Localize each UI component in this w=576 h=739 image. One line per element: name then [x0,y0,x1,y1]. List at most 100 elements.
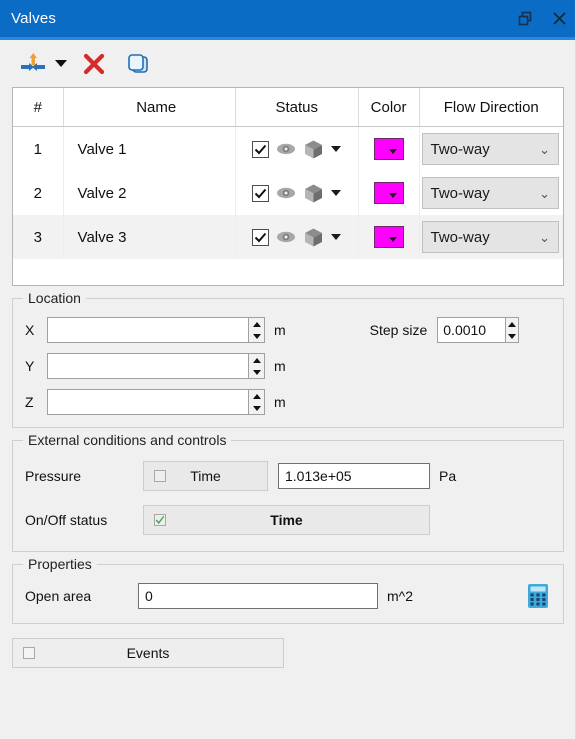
location-group: Location X m Step size 0.0010 Y m Z m [12,290,564,428]
row-status [235,126,359,171]
events-label: Events [126,645,170,661]
eye-icon[interactable] [276,142,296,156]
pressure-value-field[interactable] [278,463,430,489]
onoff-time-checkbox[interactable] [154,514,166,526]
valves-dialog: Valves # Name Status Color Flow Directio… [0,0,576,739]
visibility-checkbox[interactable] [252,184,270,202]
flow-direction-value: Two-way [430,184,490,202]
open-area-row: Open area m^2 [25,583,551,609]
window-title: Valves [11,10,57,27]
color-swatch[interactable] [373,182,404,204]
color-dropdown-icon[interactable] [388,148,397,154]
color-swatch[interactable] [373,138,404,160]
row-name[interactable]: Valve 2 [63,171,236,215]
location-z-row: Z m [25,389,551,415]
table-row[interactable]: 3 Valve 3 Two-way ⌄ [13,215,563,259]
close-icon[interactable] [542,0,576,37]
status-dropdown-icon[interactable] [331,146,342,152]
location-x-row: X m Step size [25,317,551,343]
step-size-up-icon[interactable] [506,318,518,330]
y-step-up-icon[interactable] [249,354,264,366]
open-area-unit: m^2 [387,588,414,604]
row-name[interactable]: Valve 1 [63,126,236,171]
pressure-unit: Pa [439,468,457,484]
column-header-color: Color [358,88,420,127]
calculator-icon[interactable] [525,583,551,609]
y-step-down-icon[interactable] [249,366,264,378]
cube-icon[interactable] [303,227,324,248]
color-dropdown-icon[interactable] [388,236,397,242]
location-legend: Location [23,290,86,306]
row-color [358,171,420,215]
x-input[interactable] [48,318,249,342]
row-flow-direction: Two-way ⌄ [419,215,563,259]
titlebar: Valves [0,0,576,37]
eye-icon[interactable] [276,186,296,200]
flow-direction-select[interactable]: Two-way ⌄ [421,221,559,253]
step-size-label: Step size [369,322,428,338]
restore-icon[interactable] [508,0,542,37]
visibility-checkbox[interactable] [252,140,270,158]
color-swatch[interactable] [373,226,404,248]
flow-direction-select[interactable]: Two-way ⌄ [421,133,559,165]
z-spinbox[interactable] [47,389,265,415]
copy-pages-icon[interactable] [116,47,160,81]
table-row[interactable]: 1 Valve 1 Two-way ⌄ [13,126,563,172]
row-name[interactable]: Valve 3 [63,215,236,259]
row-color [358,126,420,171]
z-input[interactable] [48,390,249,414]
table-body: 1 Valve 1 Two-way ⌄ 2 Valve 2 Two-way ⌄ … [13,126,563,259]
open-area-input[interactable] [139,588,377,604]
step-size-input[interactable] [438,318,506,342]
x-spinbox[interactable] [47,317,265,343]
titlebar-buttons [508,0,576,37]
y-spinbox[interactable] [47,353,265,379]
pressure-time-label: Time [190,468,221,484]
y-input[interactable] [48,354,249,378]
status-dropdown-icon[interactable] [331,190,342,196]
step-size-spinbox[interactable] [437,317,520,343]
pressure-time-checkbox[interactable] [154,470,166,482]
step-size-down-icon[interactable] [506,330,518,342]
events-checkbox[interactable] [23,647,35,659]
color-dropdown-icon[interactable] [388,192,397,198]
add-valve-dropdown-icon[interactable] [50,47,72,81]
visibility-checkbox[interactable] [252,228,270,246]
onoff-time-label: Time [270,512,303,528]
cube-icon[interactable] [303,139,324,160]
y-label: Y [25,358,35,374]
z-unit: m [274,394,286,410]
z-step-up-icon[interactable] [249,390,264,402]
events-row: Events [12,638,564,668]
column-header-name: Name [63,88,236,127]
events-button[interactable]: Events [12,638,284,668]
column-header-number: # [13,88,64,127]
row-status [235,215,359,259]
eye-icon[interactable] [276,230,296,244]
row-flow-direction: Two-way ⌄ [419,127,563,172]
row-number: 2 [13,171,64,215]
column-header-status: Status [235,88,359,127]
x-unit: m [274,322,286,338]
delete-x-icon[interactable] [72,47,116,81]
chevron-down-icon: ⌄ [539,185,550,201]
pressure-time-button[interactable]: Time [143,461,268,491]
onoff-time-button[interactable]: Time [143,505,430,535]
external-conditions-legend: External conditions and controls [23,432,232,448]
table-row[interactable]: 2 Valve 2 Two-way ⌄ [13,171,563,215]
row-number: 3 [13,215,64,259]
open-area-field[interactable] [138,583,378,609]
properties-legend: Properties [23,556,97,572]
location-y-row: Y m [25,353,551,379]
add-valve-icon[interactable] [16,47,50,81]
x-step-down-icon[interactable] [249,330,264,342]
x-step-up-icon[interactable] [249,318,264,330]
row-number: 1 [13,126,64,171]
z-step-down-icon[interactable] [249,402,264,414]
flow-direction-select[interactable]: Two-way ⌄ [421,177,559,209]
status-dropdown-icon[interactable] [331,234,342,240]
pressure-input[interactable] [279,468,429,484]
pressure-row: Pressure Time Pa [25,461,551,491]
chevron-down-icon: ⌄ [539,141,550,157]
cube-icon[interactable] [303,183,324,204]
